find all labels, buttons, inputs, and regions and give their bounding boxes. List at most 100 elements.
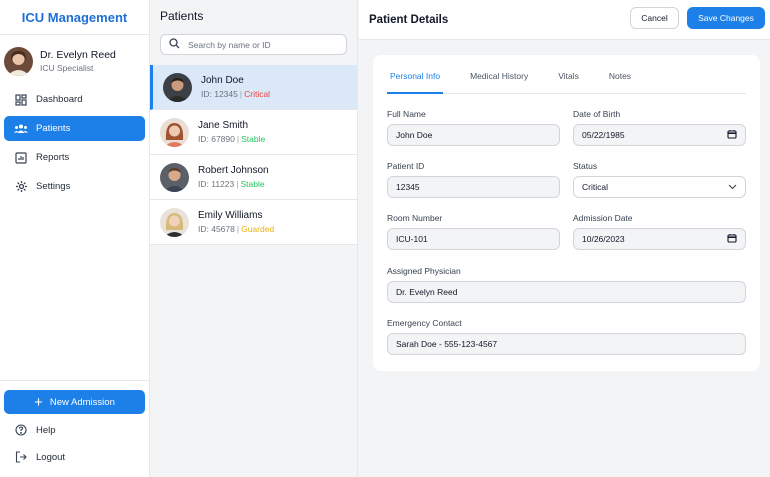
room-label: Room Number bbox=[387, 213, 443, 223]
search-icon bbox=[169, 37, 180, 52]
users-icon bbox=[14, 122, 28, 136]
details-card: Personal Info Medical History Vitals Not… bbox=[373, 55, 760, 371]
physician-label: Assigned Physician bbox=[387, 266, 461, 276]
chevron-down-icon bbox=[728, 182, 737, 192]
sidebar-item-reports[interactable]: Reports bbox=[4, 145, 145, 170]
logout-label: Logout bbox=[36, 451, 66, 463]
details-header: Patient Details Cancel Save Changes bbox=[359, 0, 770, 40]
patient-id: ID: 67890 bbox=[198, 134, 235, 144]
sidebar-nav: Dashboard Patients Reports Settings bbox=[0, 87, 149, 199]
new-admission-button[interactable]: + New Admission bbox=[4, 390, 145, 414]
plus-icon: + bbox=[34, 393, 43, 411]
sidebar-item-label: Settings bbox=[36, 181, 71, 192]
admission-date-input[interactable]: 10/26/2023 bbox=[573, 228, 746, 250]
avatar bbox=[160, 162, 189, 192]
avatar bbox=[163, 72, 192, 102]
help-icon bbox=[14, 423, 28, 437]
emergency-contact-label: Emergency Contact bbox=[387, 318, 462, 328]
patient-id-label: Patient ID bbox=[387, 161, 425, 171]
patient-id: ID: 12345 bbox=[201, 89, 238, 99]
sidebar-item-dashboard[interactable]: Dashboard bbox=[4, 87, 145, 112]
sidebar-item-settings[interactable]: Settings bbox=[4, 174, 145, 199]
calendar-icon[interactable] bbox=[727, 129, 737, 141]
status-badge: Stable bbox=[241, 134, 266, 144]
patient-name: Emily Williams bbox=[198, 210, 263, 221]
tab-bar: Personal Info Medical History Vitals Not… bbox=[387, 68, 746, 94]
patient-id-input[interactable]: 12345 bbox=[387, 176, 560, 198]
sidebar-item-label: Patients bbox=[36, 123, 71, 134]
physician-field: Assigned Physician Dr. Evelyn Reed bbox=[387, 266, 746, 303]
save-button[interactable]: Save Changes bbox=[687, 7, 765, 29]
logout-link[interactable]: Logout bbox=[4, 446, 145, 468]
user-profile[interactable]: Dr. Evelyn Reed ICU Specialist bbox=[0, 35, 149, 87]
tab-vitals[interactable]: Vitals bbox=[555, 68, 582, 94]
status-field: Status Critical bbox=[573, 161, 746, 198]
gear-icon bbox=[14, 180, 28, 194]
list-item[interactable]: Jane Smith ID: 67890 | Stable bbox=[150, 110, 357, 155]
patient-details-panel: Patient Details Cancel Save Changes Pers… bbox=[359, 0, 770, 477]
patient-id-value: 12345 bbox=[396, 182, 420, 192]
patient-list: John Doe ID: 12345 | Critical Jane Smith I… bbox=[150, 65, 357, 245]
app-title: ICU Management bbox=[0, 0, 149, 35]
tab-medical-history[interactable]: Medical History bbox=[467, 68, 531, 94]
dob-field: Date of Birth 05/22/1985 bbox=[573, 109, 746, 146]
dob-input[interactable]: 05/22/1985 bbox=[573, 124, 746, 146]
status-value: Critical bbox=[582, 182, 608, 192]
physician-input[interactable]: Dr. Evelyn Reed bbox=[387, 281, 746, 303]
admission-date-label: Admission Date bbox=[573, 213, 633, 223]
list-item[interactable]: Robert Johnson ID: 11223 | Stable bbox=[150, 155, 357, 200]
avatar bbox=[160, 117, 189, 147]
calendar-icon[interactable] bbox=[727, 233, 737, 245]
list-item[interactable]: Emily Williams ID: 45678 | Guarded bbox=[150, 200, 357, 245]
patients-title: Patients bbox=[160, 9, 204, 23]
full-name-field: Full Name John Doe bbox=[387, 109, 560, 146]
status-badge: Critical bbox=[244, 89, 271, 99]
dob-value: 05/22/1985 bbox=[582, 130, 625, 140]
patient-name: Robert Johnson bbox=[198, 165, 269, 176]
help-link[interactable]: Help bbox=[4, 419, 145, 441]
emergency-contact-input[interactable]: Sarah Doe - 555-123-4567 bbox=[387, 333, 746, 355]
patient-id: ID: 45678 bbox=[198, 224, 235, 234]
help-label: Help bbox=[36, 424, 56, 436]
logout-icon bbox=[14, 450, 28, 464]
room-value: ICU-101 bbox=[396, 234, 428, 244]
search-box[interactable] bbox=[160, 34, 347, 55]
status-label: Status bbox=[573, 161, 598, 171]
full-name-value: John Doe bbox=[396, 130, 433, 140]
emergency-contact-value: Sarah Doe - 555-123-4567 bbox=[396, 339, 498, 349]
sidebar-footer: + New Admission Help Logout bbox=[0, 380, 149, 477]
status-select[interactable]: Critical bbox=[573, 176, 746, 198]
cancel-button[interactable]: Cancel bbox=[630, 7, 679, 29]
sidebar: ICU Management Dr. Evelyn Reed ICU Speci… bbox=[0, 0, 150, 477]
search-input[interactable] bbox=[188, 39, 338, 50]
sidebar-item-label: Dashboard bbox=[36, 94, 83, 105]
dob-label: Date of Birth bbox=[573, 109, 621, 119]
status-badge: Stable bbox=[240, 179, 265, 189]
physician-value: Dr. Evelyn Reed bbox=[396, 287, 458, 297]
tab-notes[interactable]: Notes bbox=[606, 68, 634, 94]
patient-list-panel: Patients John Doe ID: 12345|Critical Jan… bbox=[150, 0, 358, 477]
patient-id-field: Patient ID 12345 bbox=[387, 161, 560, 198]
sidebar-item-label: Reports bbox=[36, 152, 70, 163]
list-item[interactable]: John Doe ID: 12345 | Critical bbox=[150, 65, 357, 110]
room-field: Room Number ICU-101 bbox=[387, 213, 560, 250]
full-name-label: Full Name bbox=[387, 109, 426, 119]
user-name: Dr. Evelyn Reed bbox=[40, 49, 116, 61]
admission-date-value: 10/26/2023 bbox=[582, 234, 625, 244]
emergency-contact-field: Emergency Contact Sarah Doe - 555-123-45… bbox=[387, 318, 746, 355]
new-admission-label: New Admission bbox=[49, 396, 115, 408]
patient-id: ID: 11223 bbox=[198, 179, 235, 189]
patient-name: Jane Smith bbox=[198, 120, 249, 131]
full-name-input[interactable]: John Doe bbox=[387, 124, 560, 146]
avatar bbox=[160, 207, 189, 237]
status-badge: Guarded bbox=[241, 224, 275, 234]
avatar bbox=[4, 46, 33, 76]
sidebar-item-patients[interactable]: Patients bbox=[4, 116, 145, 141]
dashboard-icon bbox=[14, 93, 28, 107]
user-role: ICU Specialist bbox=[40, 63, 94, 73]
room-input[interactable]: ICU-101 bbox=[387, 228, 560, 250]
tab-personal-info[interactable]: Personal Info bbox=[387, 68, 444, 94]
patient-name: John Doe bbox=[201, 75, 244, 86]
admission-date-field: Admission Date 10/26/2023 bbox=[573, 213, 746, 250]
chart-icon bbox=[14, 151, 28, 165]
